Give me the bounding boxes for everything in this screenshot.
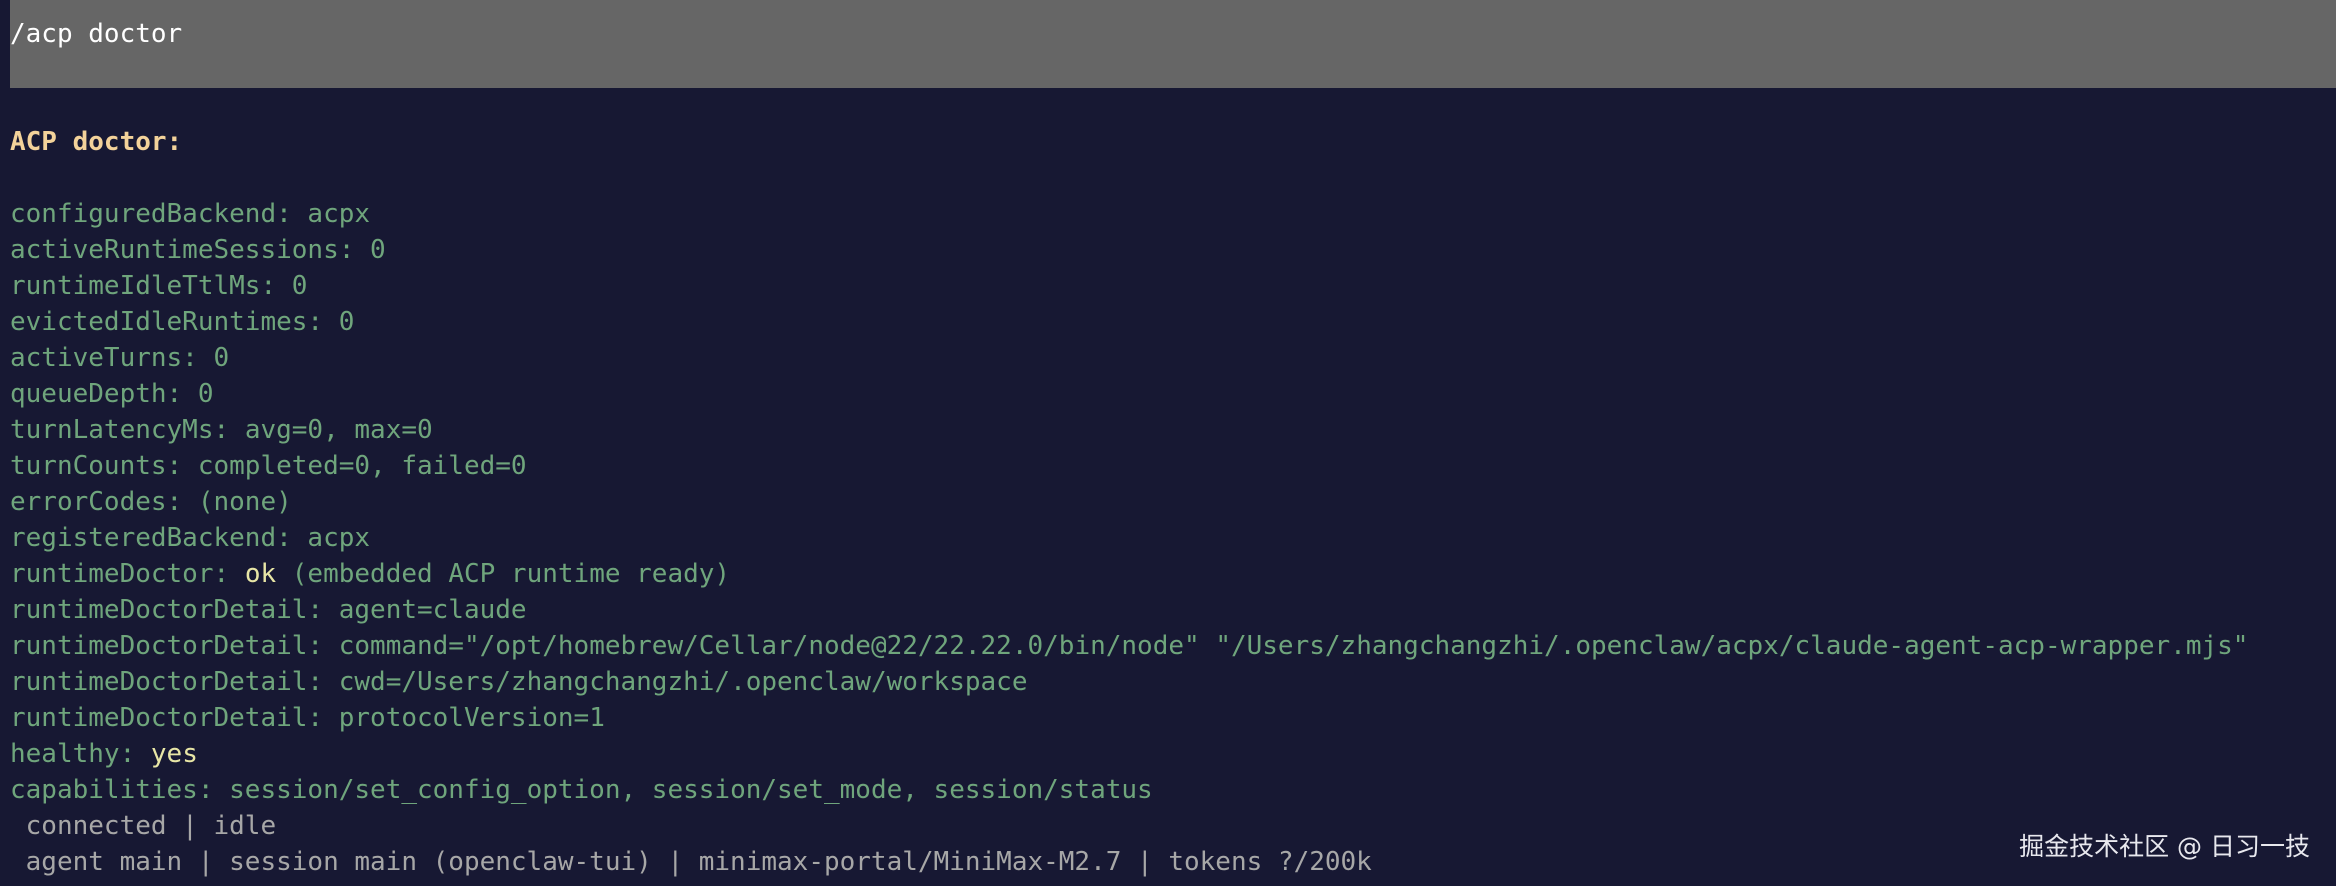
field-value: 0 [338, 307, 355, 337]
field-key: runtimeDoctorDetail: [10, 631, 324, 661]
field-key: runtimeDoctor: [10, 559, 230, 589]
field-value: protocolVersion=1 [338, 703, 605, 733]
field-key: activeTurns: [10, 343, 198, 373]
field-active-turns: activeTurns: 0 [10, 340, 2310, 376]
field-value: 0 [213, 343, 230, 373]
field-value: 0 [291, 271, 308, 301]
field-key: turnCounts: [10, 451, 183, 481]
field-key: configuredBackend: [10, 199, 292, 229]
field-value: command="/opt/homebrew/Cellar/node@22/22… [338, 631, 2249, 661]
field-value: session/set_config_option, session/set_m… [229, 775, 1153, 805]
field-configured-backend: configuredBackend: acpx [10, 196, 2310, 232]
field-capabilities: capabilities: session/set_config_option,… [10, 772, 2310, 808]
field-value: cwd=/Users/zhangchangzhi/.openclaw/works… [338, 667, 1028, 697]
command-input-text: /acp doctor [10, 19, 183, 49]
field-runtime-doctor-detail: runtimeDoctorDetail: protocolVersion=1 [10, 700, 2310, 736]
field-key: evictedIdleRuntimes: [10, 307, 324, 337]
connection-status: connected | idle [10, 811, 277, 841]
field-value: 0 [370, 235, 386, 265]
field-evicted-idle-runtimes: evictedIdleRuntimes: 0 [10, 304, 2310, 340]
command-input-bar[interactable]: /acp doctor [10, 0, 2336, 88]
field-turn-latency-ms: turnLatencyMs: avg=0, max=0 [10, 412, 2310, 448]
field-runtime-doctor-detail: runtimeDoctorDetail: cwd=/Users/zhangcha… [10, 664, 2310, 700]
field-value: avg=0, max=0 [244, 415, 433, 445]
field-runtime-idle-ttl-ms: runtimeIdleTtlMs: 0 [10, 268, 2310, 304]
field-value: acpx [307, 199, 371, 229]
field-runtime-doctor: runtimeDoctor: ok (embedded ACP runtime … [10, 556, 2310, 592]
field-turn-counts: turnCounts: completed=0, failed=0 [10, 448, 2310, 484]
field-key: runtimeDoctorDetail: [10, 703, 324, 733]
field-registered-backend: registeredBackend: acpx [10, 520, 2310, 556]
status-yes: yes [150, 739, 198, 769]
field-value: completed=0, failed=0 [197, 451, 527, 481]
status-ok: ok [244, 559, 277, 589]
field-key: capabilities: [10, 775, 214, 805]
status-bar: connected | idle agent main | session ma… [10, 808, 2310, 880]
field-key: runtimeDoctorDetail: [10, 667, 324, 697]
doctor-output: configuredBackend: acpx activeRuntimeSes… [10, 196, 2310, 808]
session-status: agent main | session main (openclaw-tui)… [10, 847, 1372, 877]
field-key: turnLatencyMs: [10, 415, 230, 445]
field-value: (embedded ACP runtime ready) [291, 559, 731, 589]
field-key: healthy: [10, 739, 136, 769]
field-key: runtimeDoctorDetail: [10, 595, 324, 625]
field-key: runtimeIdleTtlMs: [10, 271, 277, 301]
field-queue-depth: queueDepth: 0 [10, 376, 2310, 412]
field-key: activeRuntimeSessions: [10, 235, 355, 265]
field-runtime-doctor-detail: runtimeDoctorDetail: agent=claude [10, 592, 2310, 628]
field-healthy: healthy: yes [10, 736, 2310, 772]
field-error-codes: errorCodes: (none) [10, 484, 2310, 520]
field-key: queueDepth: [10, 379, 183, 409]
field-runtime-doctor-detail: runtimeDoctorDetail: command="/opt/homeb… [10, 628, 2310, 664]
field-value: 0 [197, 379, 214, 409]
output-heading: ACP doctor: [10, 127, 183, 157]
field-active-runtime-sessions: activeRuntimeSessions: 0 [10, 232, 2310, 268]
field-key: errorCodes: [10, 487, 183, 517]
watermark: 掘金技术社区 @ 日习一技 [2019, 832, 2310, 861]
field-value: agent=claude [338, 595, 527, 625]
field-key: registeredBackend: [10, 523, 292, 553]
field-value: (none) [197, 487, 292, 517]
field-value: acpx [307, 523, 371, 553]
